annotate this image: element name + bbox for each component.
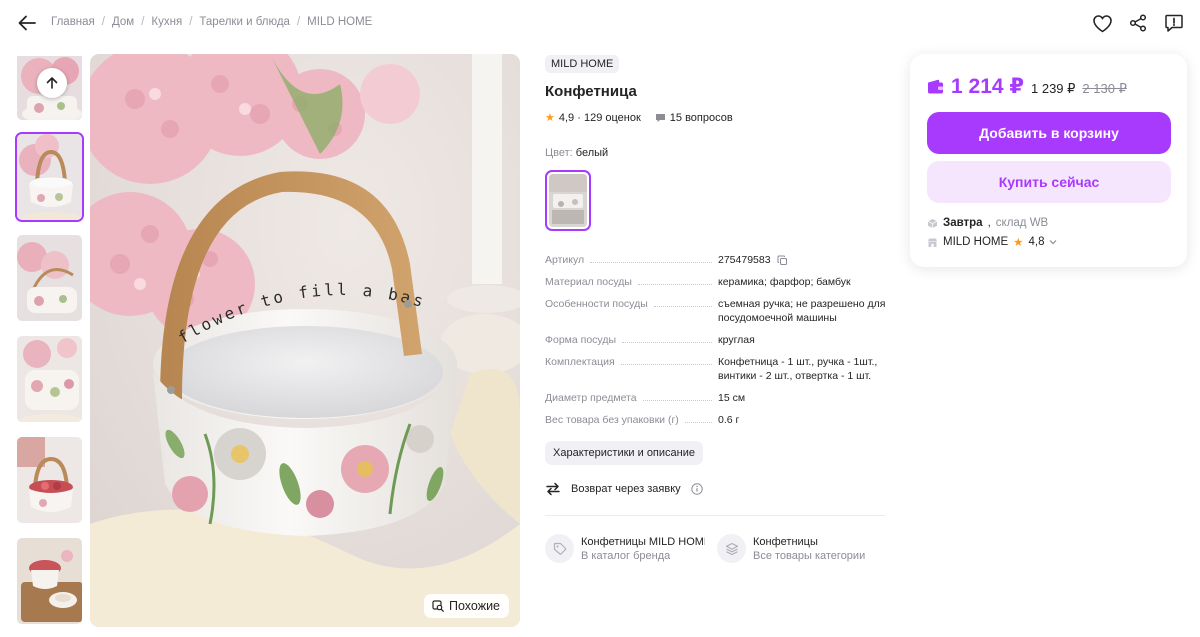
catalog-links: Конфетницы MILD HOME В каталог бренда Кон…	[545, 534, 890, 563]
spec-key: Особенности посуды	[545, 298, 648, 310]
breadcrumb: Главная / Дом / Кухня / Тарелки и блюда / MI…	[51, 16, 373, 28]
return-arrows-icon	[546, 482, 560, 496]
return-info: Возврат через заявку	[545, 482, 890, 496]
spec-key: Вес товара без упаковки (г)	[545, 414, 679, 426]
current-price: 1 214 ₽	[951, 75, 1024, 98]
spec-key: Форма посуды	[545, 334, 616, 346]
color-option-white[interactable]	[545, 170, 591, 231]
spec-row: Артикул 275479583	[545, 253, 890, 267]
spec-row: Комплектация Конфетница - 1 шт., ручка -…	[545, 355, 890, 383]
spec-row: Особенности посуды съемная ручка; не раз…	[545, 297, 890, 325]
category-title: Конфетницы	[753, 535, 818, 548]
rating-value[interactable]: 4,9	[559, 112, 574, 124]
box-icon	[927, 218, 938, 228]
delivery-info: Завтра, склад WB	[927, 217, 1171, 229]
star-icon: ★	[1013, 237, 1024, 249]
info-icon[interactable]	[690, 483, 703, 495]
old-price: 2 130 ₽	[1082, 81, 1127, 96]
breadcrumb-kitchen[interactable]: Кухня	[151, 16, 182, 28]
seller-link[interactable]: MILD HOME ★ 4,8	[927, 235, 1171, 249]
price-card: 1 214 ₽ 1 239 ₽ 2 130 ₽ Добавить в корзи…	[910, 54, 1187, 267]
image-search-icon	[432, 600, 444, 612]
share-button[interactable]	[1126, 11, 1150, 35]
wallet-icon	[928, 79, 943, 94]
rating-row: ★ 4,9 · 129 оценок 15 вопросов	[545, 111, 890, 125]
seller-rating: 4,8	[1028, 236, 1045, 248]
thumbnail-5[interactable]	[15, 435, 84, 525]
color-value: белый	[575, 147, 609, 159]
breadcrumb-brand[interactable]: MILD HOME	[307, 16, 372, 28]
spec-value: 275479583	[718, 254, 771, 266]
spec-row: Материал посуды керамика; фарфор; бамбук	[545, 275, 890, 289]
layers-icon	[725, 542, 738, 555]
spec-key: Материал посуды	[545, 276, 632, 288]
share-icon	[1129, 14, 1147, 32]
spec-row: Вес товара без упаковки (г) 0.6 г	[545, 413, 890, 427]
brand-catalog-subtitle: В каталог бренда	[581, 549, 671, 562]
report-icon	[1165, 14, 1183, 32]
thumbnail-4[interactable]	[15, 334, 84, 424]
category-subtitle: Все товары категории	[753, 549, 866, 562]
category-link[interactable]: Конфетницы Все товары категории	[717, 534, 877, 563]
spec-value: 0.6 г	[718, 414, 740, 426]
question-bubble-icon	[655, 113, 665, 122]
product-title: Конфетница	[545, 83, 637, 100]
questions-count: 15 вопросов	[669, 111, 733, 124]
thumbnail-3[interactable]	[15, 233, 84, 323]
questions-link[interactable]: 15 вопросов	[655, 112, 733, 124]
product-info: MILD HOME Конфетница ★ 4,9 · 129 оценок …	[545, 54, 890, 563]
delivery-day: Завтра	[943, 217, 983, 229]
copy-icon[interactable]	[777, 255, 788, 266]
brand-catalog-title: Конфетницы MILD HOME	[581, 535, 705, 548]
main-product-image[interactable]: flower to fill a basket Похожие	[90, 54, 520, 627]
return-text: Возврат через заявку	[571, 483, 681, 495]
spec-value: керамика; фарфор; бамбук	[718, 276, 851, 288]
back-button[interactable]	[16, 12, 38, 34]
report-button[interactable]	[1162, 11, 1186, 35]
divider	[545, 515, 885, 516]
seller-name: MILD HOME	[943, 236, 1009, 248]
thumbnail-2[interactable]	[15, 132, 84, 222]
spec-value: 15 см	[718, 392, 746, 404]
add-to-cart-button[interactable]: Добавить в корзину	[927, 112, 1171, 154]
spec-value: круглая	[718, 334, 755, 346]
shop-icon	[928, 238, 937, 247]
spec-key: Артикул	[545, 254, 585, 266]
spec-value: съемная ручка; не разрешено для посудомо…	[718, 298, 886, 324]
tag-icon	[553, 542, 566, 555]
spec-key: Диаметр предмета	[545, 392, 637, 404]
thumbnail-1[interactable]	[15, 54, 84, 122]
spec-row: Диаметр предмета 15 см	[545, 391, 890, 405]
specs-table: Артикул 275479583 Материал посуды керами…	[545, 253, 890, 465]
thumbnail-6[interactable]	[15, 536, 84, 626]
breadcrumb-plates[interactable]: Тарелки и блюда	[199, 16, 290, 28]
arrow-up-icon	[46, 77, 58, 89]
brand-badge[interactable]: MILD HOME	[545, 55, 620, 73]
brand-catalog-link[interactable]: Конфетницы MILD HOME В каталог бренда	[545, 534, 705, 563]
breadcrumb-home[interactable]: Главная	[51, 16, 95, 28]
regular-price: 1 239 ₽	[1031, 81, 1076, 96]
similar-button[interactable]: Похожие	[424, 594, 510, 618]
buy-now-button[interactable]: Купить сейчас	[927, 161, 1171, 203]
similar-label: Похожие	[449, 599, 501, 613]
spec-key: Комплектация	[545, 356, 615, 368]
top-bar: Главная / Дом / Кухня / Тарелки и блюда / MI…	[0, 0, 1200, 46]
ratings-count[interactable]: · 129 оценок	[577, 112, 641, 124]
color-label: Цвет: белый	[545, 147, 609, 159]
delivery-warehouse: склад WB	[995, 217, 1049, 229]
heart-icon	[1092, 14, 1112, 32]
specs-and-description-button[interactable]: Характеристики и описание	[545, 441, 703, 465]
arrow-left-icon	[18, 15, 36, 31]
scroll-up-button[interactable]	[37, 68, 67, 98]
chevron-down-icon	[1050, 240, 1057, 245]
thumbnail-list	[15, 54, 85, 637]
favorite-button[interactable]	[1090, 11, 1114, 35]
spec-row: Форма посуды круглая	[545, 333, 890, 347]
breadcrumb-dom[interactable]: Дом	[112, 16, 134, 28]
price-row: 1 214 ₽ 1 239 ₽ 2 130 ₽	[927, 74, 1171, 99]
spec-value: Конфетница - 1 шт., ручка - 1шт., винтик…	[718, 356, 878, 382]
star-icon: ★	[545, 112, 555, 124]
